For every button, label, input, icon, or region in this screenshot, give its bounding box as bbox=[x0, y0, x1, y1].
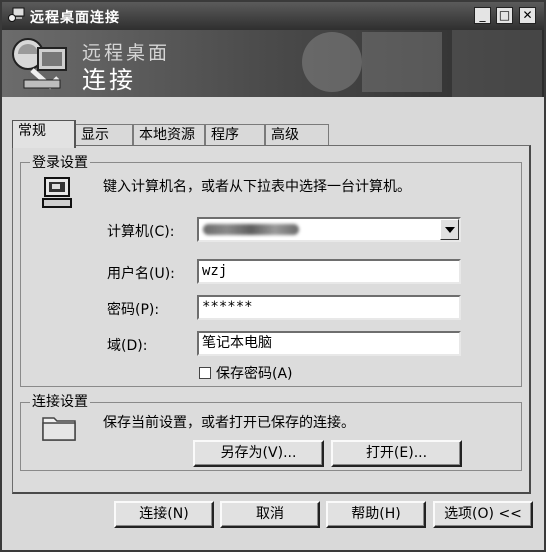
title-bar[interactable]: 远程桌面连接 _ □ ✕ bbox=[2, 2, 544, 30]
connection-instruction-text: 保存当前设置，或者打开已保存的连接。 bbox=[103, 415, 355, 431]
computer-dropdown[interactable] bbox=[197, 217, 461, 242]
close-button[interactable]: ✕ bbox=[519, 7, 536, 24]
connection-settings-label: 连接设置 bbox=[30, 394, 90, 410]
password-input[interactable]: ****** bbox=[197, 295, 461, 320]
login-settings-label: 登录设置 bbox=[30, 155, 90, 171]
computer-label: 计算机(C): bbox=[107, 224, 175, 240]
options-button[interactable]: 选项(O) << bbox=[433, 501, 533, 528]
tab-display[interactable]: 显示 bbox=[75, 124, 133, 146]
folder-icon bbox=[42, 417, 76, 441]
password-label: 密码(P): bbox=[107, 302, 160, 318]
computer-icon bbox=[42, 177, 72, 208]
header-banner: 远程桌面 连接 bbox=[2, 30, 544, 97]
general-tab-panel: 登录设置 键入计算机名，或者从下拉表中选择一台计算机。 计算机(C): 用户名(… bbox=[12, 145, 531, 494]
help-button[interactable]: 帮助(H) bbox=[326, 501, 426, 528]
tab-local-resources[interactable]: 本地资源 bbox=[133, 124, 205, 146]
redacted-computer-name bbox=[203, 224, 299, 235]
username-label: 用户名(U): bbox=[107, 266, 175, 282]
open-button[interactable]: 打开(E)... bbox=[331, 440, 462, 467]
remote-desktop-logo-icon bbox=[12, 38, 67, 90]
login-instruction-text: 键入计算机名，或者从下拉表中选择一台计算机。 bbox=[103, 179, 411, 195]
tab-general[interactable]: 常规 bbox=[12, 120, 76, 148]
save-as-button[interactable]: 另存为(V)... bbox=[193, 440, 324, 467]
save-password-checkbox[interactable] bbox=[199, 367, 211, 379]
maximize-button[interactable]: □ bbox=[496, 7, 513, 24]
save-password-label[interactable]: 保存密码(A) bbox=[216, 363, 293, 383]
minimize-button[interactable]: _ bbox=[474, 7, 491, 24]
tab-programs[interactable]: 程序 bbox=[205, 124, 265, 146]
window-title: 远程桌面连接 bbox=[30, 10, 120, 26]
domain-input[interactable]: 笔记本电脑 bbox=[197, 331, 461, 356]
cancel-button[interactable]: 取消 bbox=[220, 501, 320, 528]
tab-advanced[interactable]: 高级 bbox=[265, 124, 329, 146]
banner-title: 连接 bbox=[82, 66, 136, 94]
connect-button[interactable]: 连接(N) bbox=[114, 501, 214, 528]
remote-desktop-app-icon bbox=[8, 7, 25, 22]
username-input[interactable]: wzj bbox=[197, 259, 461, 284]
domain-label: 域(D): bbox=[107, 338, 148, 354]
banner-watermark-graphic bbox=[302, 30, 542, 97]
remote-desktop-window: 远程桌面连接 _ □ ✕ 远程桌面 连接 常规 显示 本地资源 程序 高级 登录… bbox=[0, 0, 546, 552]
chevron-down-icon[interactable] bbox=[440, 219, 459, 240]
